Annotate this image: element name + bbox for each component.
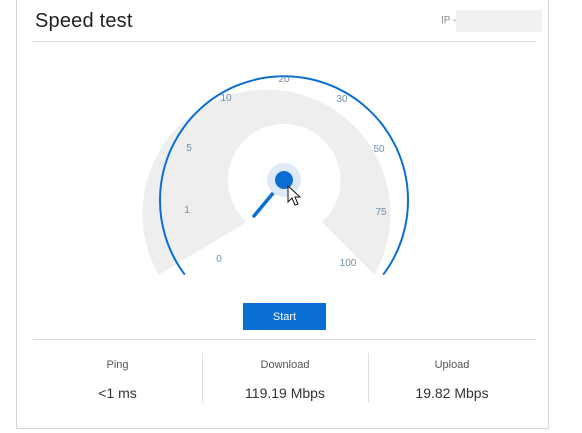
tick-label-5: 5 — [186, 143, 192, 154]
download-value: 119.19 Mbps — [245, 385, 325, 401]
tick-label-50: 50 — [373, 144, 385, 155]
tick-label-75: 75 — [375, 207, 387, 218]
upload-value: 19.82 Mbps — [415, 385, 489, 401]
download-label: Download — [260, 359, 310, 371]
tick-label-100: 100 — [340, 258, 357, 269]
upload-stat: Upload 19.82 Mbps — [368, 353, 536, 403]
tick-label-1: 1 — [184, 205, 190, 216]
gauge-needle-hub — [275, 171, 293, 189]
speed-gauge: 0 1 5 10 20 30 50 75 100 — [142, 74, 409, 276]
ping-stat: Ping <1 ms — [33, 353, 202, 403]
tick-label-0: 0 — [216, 254, 222, 265]
ping-value: <1 ms — [98, 385, 137, 401]
tick-label-30: 30 — [336, 94, 348, 105]
tick-label-20: 20 — [278, 74, 290, 85]
download-stat: Download 119.19 Mbps — [202, 353, 368, 403]
speed-test-card: Speed test IP - 0 1 5 10 20 30 50 75 100… — [16, 0, 549, 429]
stats-divider — [33, 339, 536, 340]
ping-label: Ping — [106, 359, 129, 371]
start-button[interactable]: Start — [243, 303, 326, 330]
upload-label: Upload — [434, 359, 470, 371]
tick-label-10: 10 — [220, 93, 232, 104]
